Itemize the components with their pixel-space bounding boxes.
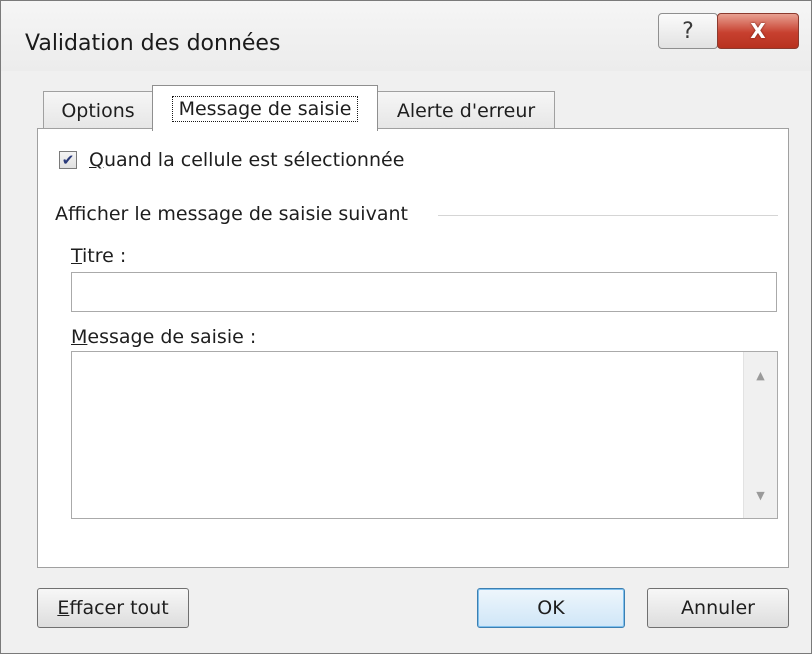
scroll-up-icon[interactable]: ▲ [744,360,777,390]
checkbox-label-accel: Q [89,149,104,171]
message-scrollbar[interactable]: ▲ ▼ [743,352,777,518]
ok-label: OK [537,597,565,619]
data-validation-dialog: Validation des données ? X Options Messa… [0,0,812,654]
tab-message-label: Message de saisie [171,95,359,122]
checkbox-label-text: uand la cellule est sélectionnée [103,149,405,171]
tab-options-label: Options [61,99,135,122]
checkbox-label[interactable]: Quand la cellule est sélectionnée [89,149,404,171]
tab-alerte-erreur[interactable]: Alerte d'erreur [377,91,555,129]
show-input-message-checkbox[interactable]: ✔ [59,151,77,169]
titre-label: Titre : [71,245,126,267]
tab-alerte-label: Alerte d'erreur [396,99,536,122]
message-label-text: essage de saisie : [87,326,257,348]
titre-input[interactable] [71,272,777,312]
clear-all-label: ffacer tout [69,597,169,619]
message-label: Message de saisie : [71,326,256,348]
titre-label-accel: T [71,245,83,267]
title-bar[interactable]: Validation des données ? X [1,1,811,71]
close-button[interactable]: X [717,13,799,49]
group-label: Afficher le message de saisie suivant [55,203,408,225]
cancel-button[interactable]: Annuler [647,588,789,628]
close-icon: X [750,19,766,43]
message-textarea[interactable]: ▲ ▼ [71,351,778,519]
tab-options[interactable]: Options [43,91,153,129]
cancel-label: Annuler [681,597,755,619]
message-label-accel: M [71,326,88,348]
clear-all-button[interactable]: Effacer tout [37,588,189,628]
tab-message-de-saisie[interactable]: Message de saisie [152,85,378,131]
checkmark-icon: ✔ [61,151,75,169]
help-icon: ? [682,18,694,44]
titre-label-text: itre : [82,245,127,267]
clear-all-accel: E [57,597,70,619]
scroll-down-icon[interactable]: ▼ [744,480,777,510]
help-button[interactable]: ? [658,13,718,49]
group-divider [438,215,778,216]
ok-button[interactable]: OK [477,588,625,628]
dialog-title: Validation des données [25,31,281,56]
